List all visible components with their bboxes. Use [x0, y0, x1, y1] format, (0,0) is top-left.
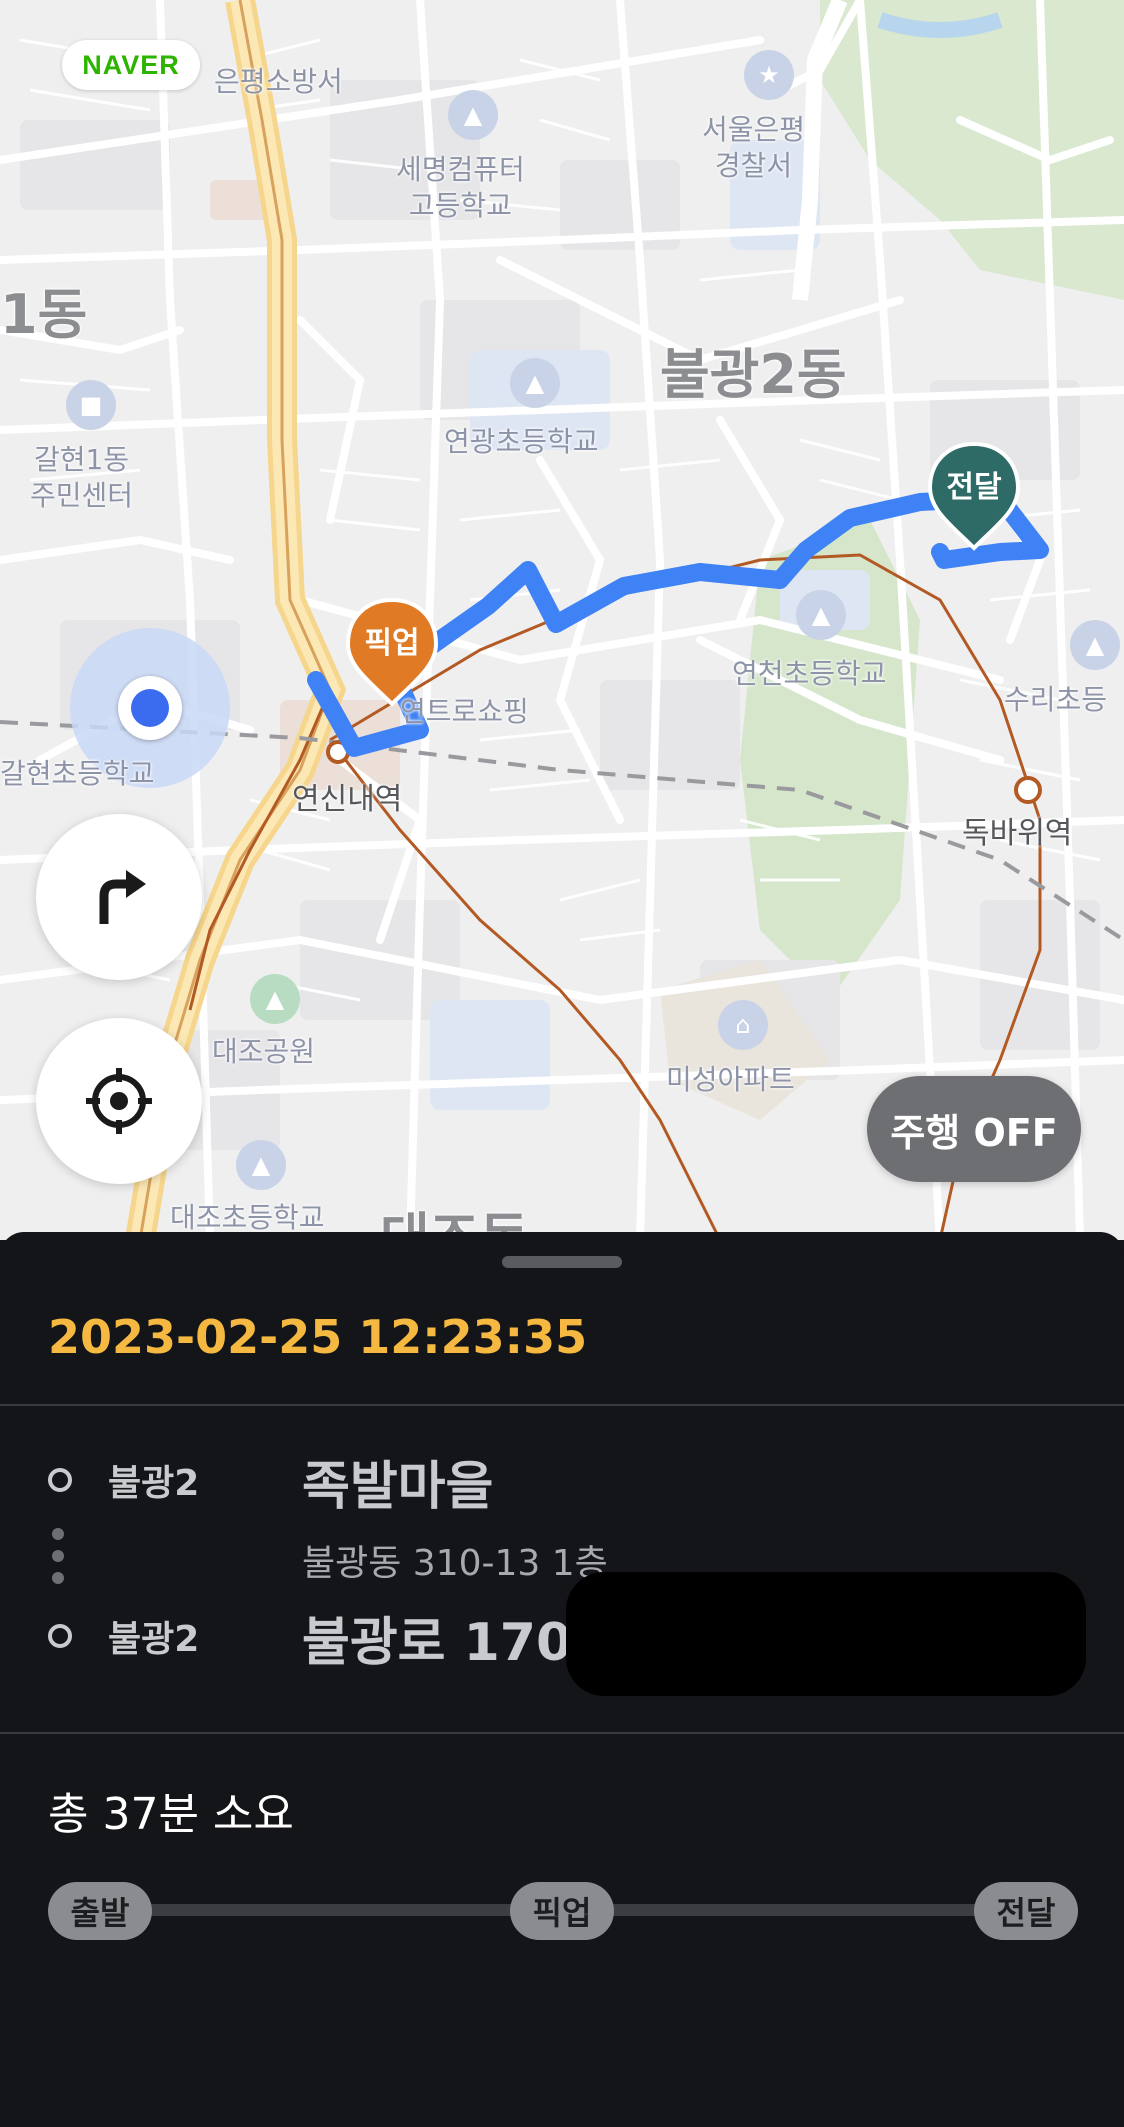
apartment-icon: ⌂ — [718, 1000, 768, 1050]
route-connector-dot — [52, 1572, 64, 1584]
map-label-miseong-apt: 미성아파트 — [666, 1063, 795, 1096]
progress-step-depart: 출발 — [48, 1882, 152, 1940]
map-label-semyeong-school: 세명컴퓨터 고등학교 — [396, 153, 525, 222]
map-label-police-station: 서울은평 경찰서 — [702, 113, 806, 182]
route-end-dot-icon — [48, 1624, 72, 1648]
map-label-community-center: 갈현1동 주민센터 — [30, 443, 134, 512]
pickup-place-name: 족발마을 — [302, 1457, 494, 1517]
map-label-daejo-park: 대조공원 — [212, 1035, 316, 1068]
map-label-daejo-school: 대조초등학교 — [170, 1201, 325, 1234]
progress-step-pickup: 픽업 — [510, 1882, 614, 1940]
school-icon: ▲ — [236, 1140, 286, 1190]
map-label-suri-school: 수리초등 — [1004, 683, 1108, 716]
divider — [0, 1732, 1124, 1734]
current-location-icon — [118, 676, 182, 740]
naver-logo: NAVER — [62, 40, 200, 90]
crosshair-icon — [86, 1068, 152, 1134]
redacted-address — [566, 1572, 1086, 1696]
school-icon: ▲ — [448, 90, 498, 140]
delivery-marker-label: 전달 — [946, 470, 1002, 505]
map-label-yeonsinnae-station: 연신내역 — [292, 782, 403, 817]
map-view[interactable]: NAVER 은평소방서 서울은평 경찰서 세명컴퓨터 고등학교 1동 불광2동 … — [0, 0, 1124, 1240]
pickup-address: 불광동 310-13 1층 — [302, 1543, 608, 1584]
locate-me-button[interactable] — [36, 1018, 202, 1184]
turn-right-arrow-icon — [99, 870, 146, 924]
order-detail-sheet: 2023-02-25 12:23:35 불광2 족발마을 불광동 310-13 … — [0, 1232, 1124, 2127]
school-icon: ▲ — [510, 358, 560, 408]
map-label-bulgwang2-dong: 불광2동 — [660, 343, 847, 406]
map-label-yeoncheon-school: 연천초등학교 — [732, 657, 887, 690]
police-icon: ★ — [744, 50, 794, 100]
route-connector-dot — [52, 1528, 64, 1540]
order-timestamp: 2023-02-25 12:23:35 — [48, 1310, 588, 1364]
map-label-galhyeon-school: 갈현초등학교 — [0, 757, 155, 790]
map-label-yeongwang-school: 연광초등학교 — [444, 425, 599, 458]
route-connector-dot — [52, 1550, 64, 1562]
school-icon: ▲ — [1070, 620, 1120, 670]
pickup-area-label: 불광2 — [108, 1463, 200, 1504]
driving-toggle-button[interactable]: 주행 OFF — [867, 1076, 1081, 1182]
map-label-fire-station: 은평소방서 — [214, 65, 343, 98]
dropoff-area-label: 불광2 — [108, 1619, 200, 1660]
progress-step-delivery: 전달 — [974, 1882, 1078, 1940]
park-icon: ▲ — [250, 974, 300, 1024]
sheet-drag-handle[interactable] — [502, 1256, 622, 1268]
navigate-button[interactable] — [36, 814, 202, 980]
map-label-dong-1: 1동 — [0, 283, 88, 346]
pickup-marker[interactable]: 픽업 — [344, 596, 440, 708]
delivery-marker[interactable]: 전달 — [926, 440, 1022, 552]
route-start-dot-icon — [48, 1468, 72, 1492]
divider — [0, 1404, 1124, 1406]
total-duration: 총 37분 소요 — [48, 1789, 294, 1840]
pickup-marker-label: 픽업 — [364, 626, 420, 661]
school-icon: ▲ — [796, 590, 846, 640]
map-label-dokbawi-station: 독바위역 — [962, 816, 1073, 851]
office-icon: ■ — [66, 380, 116, 430]
dropoff-place-name: 불광로 170 — [302, 1613, 573, 1673]
